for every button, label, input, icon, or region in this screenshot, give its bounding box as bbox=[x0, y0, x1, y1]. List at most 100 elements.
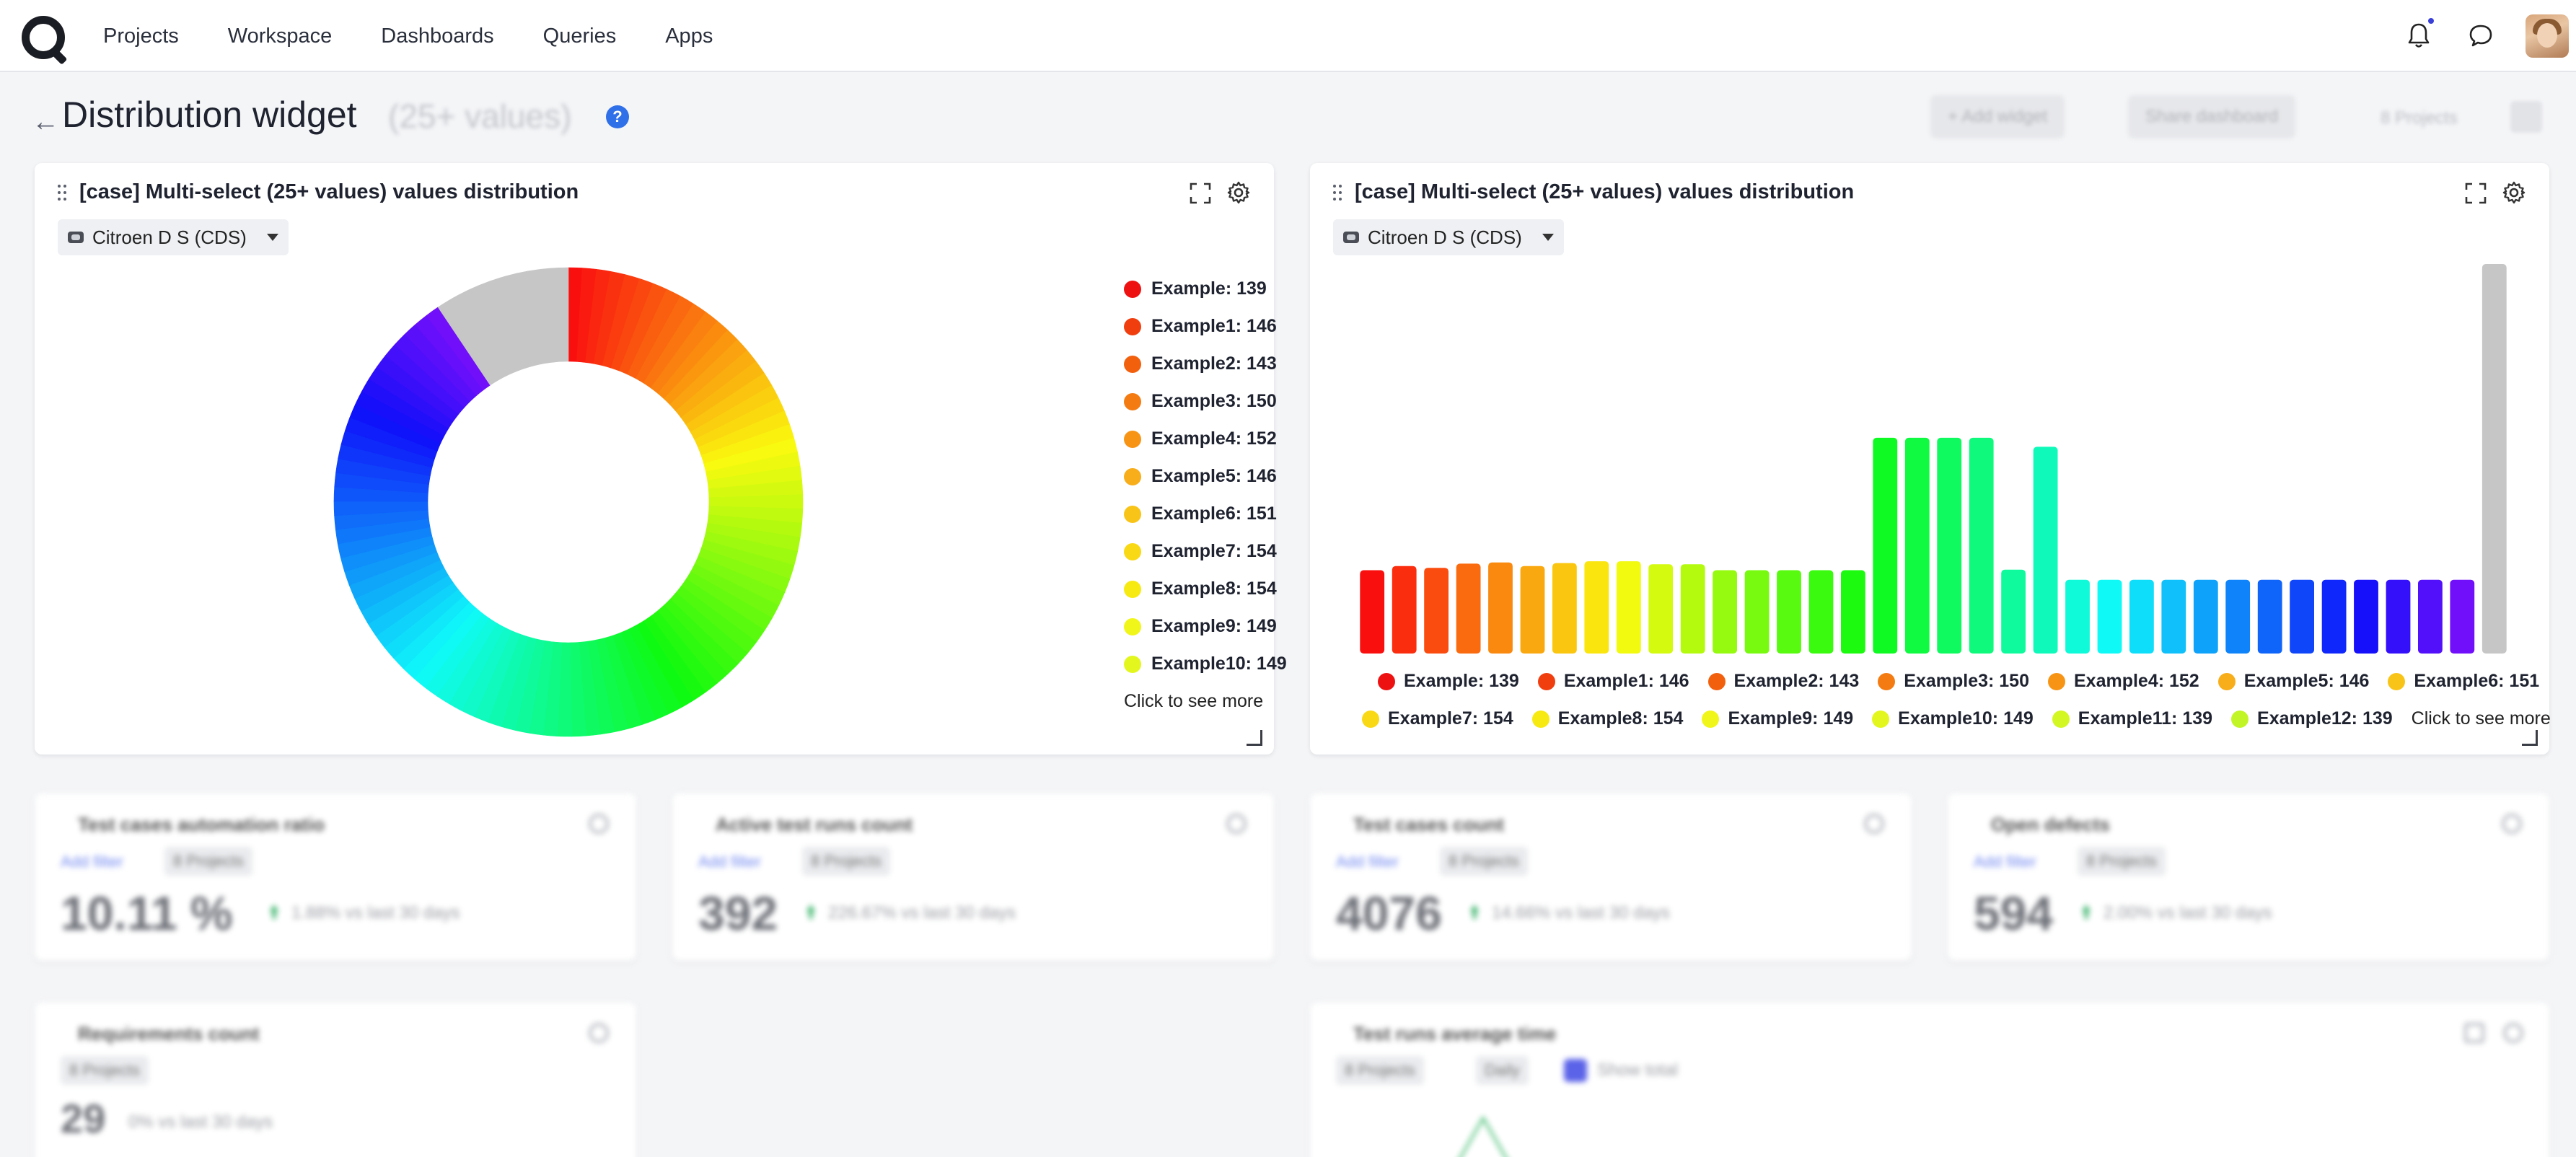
legend-item[interactable]: Example2: 143 bbox=[1124, 353, 1277, 374]
legend-item[interactable]: Example6: 151 bbox=[2388, 671, 2539, 692]
bar[interactable] bbox=[1616, 561, 1641, 654]
gear-icon[interactable] bbox=[1864, 814, 1884, 834]
nav-item-queries[interactable]: Queries bbox=[543, 25, 617, 48]
bar[interactable] bbox=[1937, 437, 1962, 654]
bar[interactable] bbox=[2097, 579, 2122, 654]
expand-icon[interactable] bbox=[2464, 182, 2487, 205]
project-select[interactable]: Citroen D S (CDS) bbox=[58, 219, 289, 255]
legend-item[interactable]: Example4: 152 bbox=[2047, 671, 2199, 692]
legend-item[interactable]: Example9: 149 bbox=[1124, 616, 1277, 637]
legend-item[interactable]: Example9: 149 bbox=[1702, 708, 1853, 729]
bar[interactable] bbox=[1520, 566, 1545, 654]
chat-icon[interactable] bbox=[2468, 23, 2494, 48]
nav-item-workspace[interactable]: Workspace bbox=[228, 25, 333, 48]
bar[interactable] bbox=[1392, 566, 1417, 654]
bar[interactable] bbox=[1841, 570, 1865, 654]
projects-count[interactable]: 8 Projects bbox=[2381, 108, 2458, 128]
bar[interactable] bbox=[1969, 437, 1994, 654]
gear-icon[interactable] bbox=[589, 1023, 609, 1043]
bar[interactable] bbox=[1744, 570, 1770, 654]
resize-handle[interactable] bbox=[1247, 730, 1262, 746]
app-logo[interactable] bbox=[22, 16, 65, 59]
bar[interactable] bbox=[1904, 437, 1930, 654]
share-dashboard-button[interactable]: Share dashboard bbox=[2128, 95, 2296, 138]
bar[interactable] bbox=[2225, 579, 2251, 654]
drag-handle-icon[interactable] bbox=[58, 185, 68, 202]
period-pill[interactable]: Daily bbox=[1476, 1056, 1529, 1085]
bar[interactable] bbox=[2482, 264, 2507, 654]
legend-item[interactable]: Example: 139 bbox=[1124, 278, 1267, 299]
see-more-link[interactable]: Click to see more bbox=[2412, 708, 2551, 729]
test-runs-average-time-widget[interactable]: Test runs average time 8 Projects Daily … bbox=[1310, 1003, 2549, 1157]
legend-item[interactable]: Example2: 143 bbox=[1707, 671, 1859, 692]
legend-item[interactable]: Example7: 154 bbox=[1124, 541, 1277, 562]
projects-pill[interactable]: 8 Projects bbox=[1336, 1056, 1424, 1085]
projects-pill[interactable]: 8 Projects bbox=[2078, 847, 2166, 876]
add-filter-link[interactable]: Add filter bbox=[1974, 853, 2036, 871]
projects-pill[interactable]: 8 Projects bbox=[802, 847, 890, 876]
legend-item[interactable]: Example5: 146 bbox=[2217, 671, 2369, 692]
bar[interactable] bbox=[1873, 437, 1898, 654]
projects-pill[interactable]: 8 Projects bbox=[1440, 847, 1528, 876]
bar[interactable] bbox=[1424, 568, 1449, 654]
expand-icon[interactable] bbox=[1189, 182, 1212, 205]
requirements-count-widget[interactable]: Requirements count 8 Projects 29 0% vs l… bbox=[35, 1003, 636, 1157]
automation-ratio-widget[interactable]: Test cases automation ratio Add filter 8… bbox=[35, 793, 636, 961]
bar-chart[interactable] bbox=[1339, 264, 2529, 827]
gear-icon[interactable] bbox=[589, 814, 609, 834]
gear-icon[interactable] bbox=[1226, 814, 1247, 834]
gear-icon[interactable] bbox=[1226, 180, 1251, 205]
bar[interactable] bbox=[1713, 570, 1737, 654]
bar[interactable] bbox=[1456, 563, 1481, 654]
bar[interactable] bbox=[2321, 579, 2347, 654]
bar[interactable] bbox=[2450, 579, 2475, 654]
bar[interactable] bbox=[2386, 579, 2411, 654]
user-avatar[interactable] bbox=[2526, 14, 2569, 58]
gear-icon[interactable] bbox=[2502, 814, 2522, 834]
bar[interactable] bbox=[2033, 446, 2058, 654]
bar[interactable] bbox=[2257, 579, 2282, 654]
add-filter-link[interactable]: Add filter bbox=[698, 853, 761, 871]
add-filter-link[interactable]: Add filter bbox=[1336, 853, 1399, 871]
bar[interactable] bbox=[2418, 579, 2443, 654]
bar[interactable] bbox=[1584, 561, 1609, 654]
bar[interactable] bbox=[2065, 579, 2090, 654]
bar[interactable] bbox=[2354, 579, 2378, 654]
legend-item[interactable]: Example: 139 bbox=[1378, 671, 1519, 692]
legend-item[interactable]: Example3: 150 bbox=[1878, 671, 2029, 692]
bar[interactable] bbox=[1552, 563, 1577, 654]
bar[interactable] bbox=[2001, 569, 2026, 654]
legend-item[interactable]: Example12: 139 bbox=[2231, 708, 2393, 729]
legend-item[interactable]: Example7: 154 bbox=[1362, 708, 1513, 729]
expand-icon[interactable] bbox=[2464, 1023, 2484, 1043]
resize-handle[interactable] bbox=[2522, 730, 2538, 746]
open-defects-widget[interactable]: Open defects Add filter 8 Projects 594 2… bbox=[1948, 793, 2549, 961]
bar[interactable] bbox=[1360, 570, 1385, 654]
legend-item[interactable]: Example6: 151 bbox=[1124, 503, 1277, 524]
legend-item[interactable]: Example4: 152 bbox=[1124, 428, 1277, 449]
legend-item[interactable]: Example8: 154 bbox=[1124, 578, 1277, 599]
show-total-checkbox[interactable] bbox=[1564, 1059, 1587, 1082]
nav-item-dashboards[interactable]: Dashboards bbox=[381, 25, 493, 48]
bar[interactable] bbox=[1680, 564, 1705, 654]
bar[interactable] bbox=[2161, 579, 2186, 654]
bar[interactable] bbox=[1808, 570, 1834, 654]
legend-item[interactable]: Example10: 149 bbox=[1872, 708, 2034, 729]
bar[interactable] bbox=[2193, 579, 2218, 654]
legend-item[interactable]: Example11: 139 bbox=[2052, 708, 2212, 729]
nav-item-apps[interactable]: Apps bbox=[665, 25, 713, 48]
active-runs-widget[interactable]: Active test runs count Add filter 8 Proj… bbox=[672, 793, 1274, 961]
gear-icon[interactable] bbox=[2503, 1023, 2523, 1043]
legend-item[interactable]: Example3: 150 bbox=[1124, 391, 1277, 412]
projects-pill[interactable]: 8 Projects bbox=[164, 847, 252, 876]
projects-pill[interactable]: 8 Projects bbox=[61, 1056, 149, 1085]
legend-item[interactable]: Example5: 146 bbox=[1124, 466, 1277, 487]
see-more-link[interactable]: Click to see more bbox=[1124, 691, 1263, 712]
add-filter-link[interactable]: Add filter bbox=[61, 853, 123, 871]
bar[interactable] bbox=[2290, 579, 2314, 654]
back-arrow-icon[interactable]: ← bbox=[32, 107, 59, 138]
donut-chart[interactable] bbox=[323, 264, 814, 747]
gear-icon[interactable] bbox=[2502, 180, 2526, 205]
nav-item-projects[interactable]: Projects bbox=[103, 25, 179, 48]
bar[interactable] bbox=[1488, 562, 1513, 654]
